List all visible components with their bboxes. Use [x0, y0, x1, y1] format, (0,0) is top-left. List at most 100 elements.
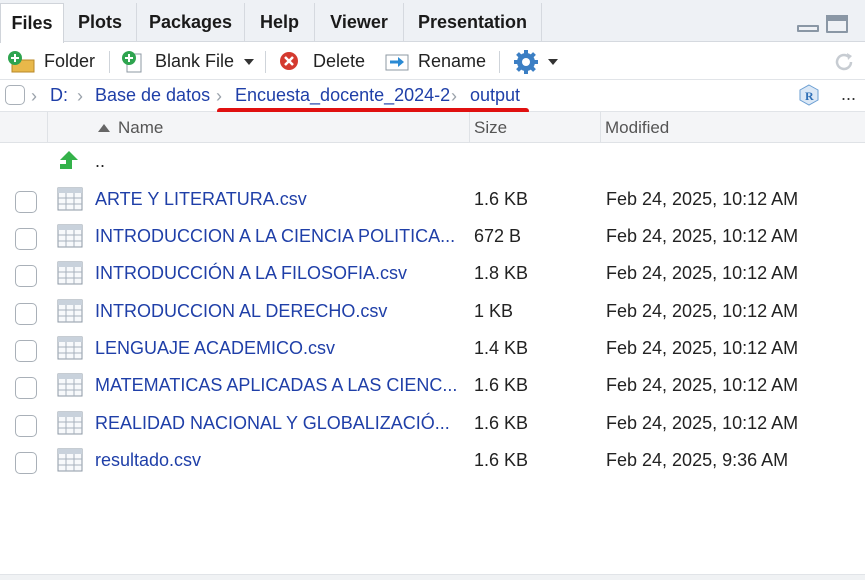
column-header-name[interactable]: Name [90, 112, 470, 143]
file-name-link[interactable]: resultado.csv [95, 450, 201, 471]
file-name-link[interactable]: INTRODUCCIÓN A LA FILOSOFIA.csv [95, 263, 407, 284]
toolbar-divider [265, 51, 266, 73]
file-row[interactable]: INTRODUCCION A LA CIENCIA POLITICA... 672… [0, 219, 865, 256]
file-name-link[interactable]: INTRODUCCION A LA CIENCIA POLITICA... [95, 226, 455, 247]
file-checkbox[interactable] [15, 415, 37, 437]
column-header-name-label: Name [118, 117, 164, 137]
file-checkbox[interactable] [15, 452, 37, 474]
blank-file-label: Blank File [155, 51, 235, 71]
file-row[interactable]: MATEMATICAS APLICADAS A LAS CIENC... 1.6 … [0, 368, 865, 405]
chevron-right-icon: › [77, 86, 83, 106]
file-size: 1.6 KB [474, 189, 529, 209]
file-row[interactable]: ARTE Y LITERATURA.csv 1.6 KB Feb 24, 2025,… [0, 182, 865, 219]
file-checkbox[interactable] [15, 303, 37, 325]
refresh-button[interactable] [832, 43, 856, 80]
csv-file-icon [57, 299, 83, 323]
gear-icon [514, 49, 538, 74]
file-name-link[interactable]: MATEMATICAS APLICADAS A LAS CIENC... [95, 375, 457, 396]
rename-label: Rename [418, 51, 487, 71]
csv-file-icon [57, 373, 83, 397]
minimize-pane-icon[interactable] [797, 25, 819, 32]
file-name-link[interactable]: REALIDAD NACIONAL Y GLOBALIZACIÓ... [95, 413, 450, 434]
file-name-link[interactable]: LENGUAJE ACADEMICO.csv [95, 338, 335, 359]
csv-file-icon [57, 411, 83, 435]
breadcrumb-base-de-datos[interactable]: Base de datos [95, 85, 210, 106]
tab-viewer[interactable]: Viewer [315, 3, 404, 42]
new-folder-button[interactable]: Folder [6, 43, 95, 80]
file-size: 1.8 KB [474, 263, 529, 283]
file-checkbox[interactable] [15, 191, 37, 213]
file-row[interactable]: LENGUAJE ACADEMICO.csv 1.4 KB Feb 24, 2025… [0, 331, 865, 368]
blank-file-button[interactable]: Blank File [121, 43, 255, 80]
file-checkbox[interactable] [15, 265, 37, 287]
csv-file-icon [57, 336, 83, 360]
maximize-pane-icon[interactable] [826, 15, 848, 33]
file-size: 1.6 KB [474, 450, 529, 470]
select-all-checkbox[interactable] [5, 85, 25, 105]
column-header-modified[interactable]: Modified [600, 112, 865, 143]
file-checkbox[interactable] [15, 340, 37, 362]
file-list-header: Name Size Modified [0, 112, 865, 143]
parent-directory-label: .. [95, 151, 106, 171]
file-size: 1.6 KB [474, 375, 529, 395]
delete-button[interactable]: Delete [277, 43, 365, 80]
new-blank-file-icon [122, 50, 142, 72]
file-row[interactable]: INTRODUCCIÓN A LA FILOSOFIA.csv 1.8 KB Feb… [0, 256, 865, 293]
file-size: 1.4 KB [474, 338, 529, 358]
r-project-icon: R [799, 84, 819, 106]
file-name-link[interactable]: INTRODUCCION AL DERECHO.csv [95, 301, 387, 322]
tab-packages[interactable]: Packages [137, 3, 245, 42]
column-header-size[interactable]: Size [469, 112, 600, 143]
header-icon-column [47, 112, 90, 143]
pane-tabbar: Files Plots Packages Help Viewer Present… [0, 0, 865, 43]
go-up-arrow-icon [60, 151, 78, 169]
more-options-button[interactable]: ... [841, 84, 856, 105]
file-modified: Feb 24, 2025, 10:12 AM [606, 263, 799, 283]
file-modified: Feb 24, 2025, 10:12 AM [606, 375, 799, 395]
new-folder-label: Folder [44, 51, 96, 71]
file-size: 1 KB [474, 301, 514, 321]
file-row[interactable]: resultado.csv 1.6 KB Feb 24, 2025, 9:36 AM [0, 443, 865, 480]
file-name-link[interactable]: ARTE Y LITERATURA.csv [95, 189, 307, 210]
rename-button[interactable]: Rename [383, 43, 486, 80]
csv-file-icon [57, 448, 83, 472]
file-size: 1.6 KB [474, 413, 529, 433]
refresh-icon [835, 52, 853, 70]
breadcrumb-output[interactable]: output [470, 85, 520, 106]
csv-file-icon [57, 187, 83, 211]
file-modified: Feb 24, 2025, 10:12 AM [606, 189, 799, 209]
file-modified: Feb 24, 2025, 10:12 AM [606, 413, 799, 433]
new-folder-icon [8, 50, 35, 72]
toolbar-divider [499, 51, 500, 73]
file-checkbox[interactable] [15, 377, 37, 399]
chevron-right-icon: › [451, 86, 457, 106]
tab-help[interactable]: Help [245, 3, 315, 42]
csv-file-icon [57, 261, 83, 285]
file-modified: Feb 24, 2025, 10:12 AM [606, 338, 799, 358]
file-size: 672 B [474, 226, 522, 246]
more-settings-button[interactable] [512, 43, 558, 80]
file-modified: Feb 24, 2025, 10:12 AM [606, 301, 799, 321]
column-header-modified-label: Modified [605, 117, 670, 137]
column-header-size-label: Size [474, 117, 508, 137]
parent-directory-row[interactable]: .. [0, 145, 865, 182]
toolbar-divider [109, 51, 110, 73]
r-project-button[interactable]: R [797, 83, 821, 112]
chevron-right-icon: › [31, 86, 37, 106]
rename-icon [385, 54, 409, 70]
breadcrumb-encuesta-docente[interactable]: Encuesta_docente_2024-2 [235, 85, 450, 106]
tab-plots[interactable]: Plots [64, 3, 137, 42]
csv-file-icon [57, 224, 83, 248]
file-row[interactable]: INTRODUCCION AL DERECHO.csv 1 KB Feb 24, 2… [0, 294, 865, 331]
tab-files[interactable]: Files [0, 3, 64, 43]
tab-presentation[interactable]: Presentation [404, 3, 542, 42]
svg-text:R: R [805, 89, 814, 103]
chevron-right-icon: › [216, 86, 222, 106]
file-modified: Feb 24, 2025, 10:12 AM [606, 226, 799, 246]
breadcrumb-drive[interactable]: D: [50, 85, 68, 106]
chevron-down-icon [244, 58, 255, 65]
file-row[interactable]: REALIDAD NACIONAL Y GLOBALIZACIÓ... 1.6 K… [0, 406, 865, 443]
delete-icon [280, 51, 298, 70]
file-checkbox[interactable] [15, 228, 37, 250]
files-toolbar: Folder Blank File Delete Rename [0, 43, 865, 80]
